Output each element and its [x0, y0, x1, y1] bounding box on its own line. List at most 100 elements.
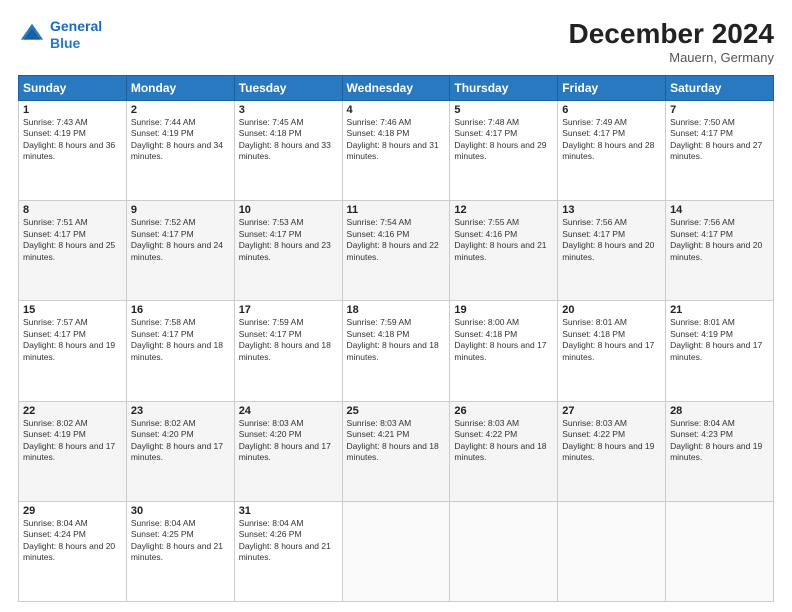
day-info: Sunrise: 8:04 AM Sunset: 4:25 PM Dayligh… [131, 518, 230, 564]
day-cell: 2 Sunrise: 7:44 AM Sunset: 4:19 PM Dayli… [126, 101, 234, 201]
day-info: Sunrise: 7:59 AM Sunset: 4:18 PM Dayligh… [347, 317, 446, 363]
day-info: Sunrise: 7:53 AM Sunset: 4:17 PM Dayligh… [239, 217, 338, 263]
day-cell: 27 Sunrise: 8:03 AM Sunset: 4:22 PM Dayl… [558, 401, 666, 501]
day-info: Sunrise: 7:58 AM Sunset: 4:17 PM Dayligh… [131, 317, 230, 363]
day-number: 18 [347, 304, 446, 316]
day-info: Sunrise: 7:51 AM Sunset: 4:17 PM Dayligh… [23, 217, 122, 263]
day-info: Sunrise: 7:43 AM Sunset: 4:19 PM Dayligh… [23, 117, 122, 163]
day-number: 20 [562, 304, 661, 316]
day-info: Sunrise: 7:52 AM Sunset: 4:17 PM Dayligh… [131, 217, 230, 263]
day-number: 9 [131, 204, 230, 216]
day-info: Sunrise: 7:49 AM Sunset: 4:17 PM Dayligh… [562, 117, 661, 163]
day-info: Sunrise: 8:03 AM Sunset: 4:22 PM Dayligh… [454, 418, 553, 464]
header: General Blue December 2024 Mauern, Germa… [18, 18, 774, 65]
week-row-4: 22 Sunrise: 8:02 AM Sunset: 4:19 PM Dayl… [19, 401, 774, 501]
day-cell [450, 501, 558, 601]
day-cell: 22 Sunrise: 8:02 AM Sunset: 4:19 PM Dayl… [19, 401, 127, 501]
day-info: Sunrise: 7:44 AM Sunset: 4:19 PM Dayligh… [131, 117, 230, 163]
day-cell: 7 Sunrise: 7:50 AM Sunset: 4:17 PM Dayli… [666, 101, 774, 201]
logo-text: General Blue [50, 18, 102, 52]
day-header-sunday: Sunday [19, 76, 127, 101]
day-cell: 30 Sunrise: 8:04 AM Sunset: 4:25 PM Dayl… [126, 501, 234, 601]
day-cell [666, 501, 774, 601]
day-header-tuesday: Tuesday [234, 76, 342, 101]
day-info: Sunrise: 7:56 AM Sunset: 4:17 PM Dayligh… [670, 217, 769, 263]
day-info: Sunrise: 8:02 AM Sunset: 4:19 PM Dayligh… [23, 418, 122, 464]
day-header-wednesday: Wednesday [342, 76, 450, 101]
day-info: Sunrise: 8:04 AM Sunset: 4:26 PM Dayligh… [239, 518, 338, 564]
day-number: 26 [454, 405, 553, 417]
day-number: 23 [131, 405, 230, 417]
day-number: 29 [23, 505, 122, 517]
day-number: 31 [239, 505, 338, 517]
week-row-3: 15 Sunrise: 7:57 AM Sunset: 4:17 PM Dayl… [19, 301, 774, 401]
day-cell [342, 501, 450, 601]
day-cell: 18 Sunrise: 7:59 AM Sunset: 4:18 PM Dayl… [342, 301, 450, 401]
day-cell [558, 501, 666, 601]
day-info: Sunrise: 8:01 AM Sunset: 4:19 PM Dayligh… [670, 317, 769, 363]
day-cell: 20 Sunrise: 8:01 AM Sunset: 4:18 PM Dayl… [558, 301, 666, 401]
day-info: Sunrise: 7:54 AM Sunset: 4:16 PM Dayligh… [347, 217, 446, 263]
day-number: 17 [239, 304, 338, 316]
day-cell: 28 Sunrise: 8:04 AM Sunset: 4:23 PM Dayl… [666, 401, 774, 501]
day-cell: 9 Sunrise: 7:52 AM Sunset: 4:17 PM Dayli… [126, 201, 234, 301]
page: General Blue December 2024 Mauern, Germa… [0, 0, 792, 612]
day-cell: 16 Sunrise: 7:58 AM Sunset: 4:17 PM Dayl… [126, 301, 234, 401]
day-info: Sunrise: 8:04 AM Sunset: 4:23 PM Dayligh… [670, 418, 769, 464]
week-row-5: 29 Sunrise: 8:04 AM Sunset: 4:24 PM Dayl… [19, 501, 774, 601]
day-number: 19 [454, 304, 553, 316]
day-cell: 24 Sunrise: 8:03 AM Sunset: 4:20 PM Dayl… [234, 401, 342, 501]
day-number: 16 [131, 304, 230, 316]
day-info: Sunrise: 7:48 AM Sunset: 4:17 PM Dayligh… [454, 117, 553, 163]
title-area: December 2024 Mauern, Germany [569, 18, 774, 65]
day-cell: 13 Sunrise: 7:56 AM Sunset: 4:17 PM Dayl… [558, 201, 666, 301]
day-info: Sunrise: 8:00 AM Sunset: 4:18 PM Dayligh… [454, 317, 553, 363]
day-number: 1 [23, 104, 122, 116]
day-cell: 14 Sunrise: 7:56 AM Sunset: 4:17 PM Dayl… [666, 201, 774, 301]
day-number: 6 [562, 104, 661, 116]
day-header-thursday: Thursday [450, 76, 558, 101]
day-number: 5 [454, 104, 553, 116]
calendar-table: SundayMondayTuesdayWednesdayThursdayFrid… [18, 75, 774, 602]
day-cell: 21 Sunrise: 8:01 AM Sunset: 4:19 PM Dayl… [666, 301, 774, 401]
day-info: Sunrise: 7:55 AM Sunset: 4:16 PM Dayligh… [454, 217, 553, 263]
logo: General Blue [18, 18, 102, 52]
day-number: 2 [131, 104, 230, 116]
day-cell: 31 Sunrise: 8:04 AM Sunset: 4:26 PM Dayl… [234, 501, 342, 601]
day-cell: 12 Sunrise: 7:55 AM Sunset: 4:16 PM Dayl… [450, 201, 558, 301]
day-cell: 10 Sunrise: 7:53 AM Sunset: 4:17 PM Dayl… [234, 201, 342, 301]
day-cell: 5 Sunrise: 7:48 AM Sunset: 4:17 PM Dayli… [450, 101, 558, 201]
day-cell: 3 Sunrise: 7:45 AM Sunset: 4:18 PM Dayli… [234, 101, 342, 201]
day-number: 7 [670, 104, 769, 116]
day-cell: 1 Sunrise: 7:43 AM Sunset: 4:19 PM Dayli… [19, 101, 127, 201]
day-header-friday: Friday [558, 76, 666, 101]
day-info: Sunrise: 7:46 AM Sunset: 4:18 PM Dayligh… [347, 117, 446, 163]
day-info: Sunrise: 8:03 AM Sunset: 4:22 PM Dayligh… [562, 418, 661, 464]
day-number: 3 [239, 104, 338, 116]
day-cell: 25 Sunrise: 8:03 AM Sunset: 4:21 PM Dayl… [342, 401, 450, 501]
day-info: Sunrise: 8:03 AM Sunset: 4:20 PM Dayligh… [239, 418, 338, 464]
logo-icon [18, 21, 46, 49]
days-header-row: SundayMondayTuesdayWednesdayThursdayFrid… [19, 76, 774, 101]
day-info: Sunrise: 8:01 AM Sunset: 4:18 PM Dayligh… [562, 317, 661, 363]
location: Mauern, Germany [569, 50, 774, 65]
day-info: Sunrise: 7:56 AM Sunset: 4:17 PM Dayligh… [562, 217, 661, 263]
day-cell: 17 Sunrise: 7:59 AM Sunset: 4:17 PM Dayl… [234, 301, 342, 401]
day-cell: 4 Sunrise: 7:46 AM Sunset: 4:18 PM Dayli… [342, 101, 450, 201]
day-number: 25 [347, 405, 446, 417]
day-info: Sunrise: 7:57 AM Sunset: 4:17 PM Dayligh… [23, 317, 122, 363]
day-cell: 19 Sunrise: 8:00 AM Sunset: 4:18 PM Dayl… [450, 301, 558, 401]
day-info: Sunrise: 8:03 AM Sunset: 4:21 PM Dayligh… [347, 418, 446, 464]
day-number: 30 [131, 505, 230, 517]
day-cell: 11 Sunrise: 7:54 AM Sunset: 4:16 PM Dayl… [342, 201, 450, 301]
day-info: Sunrise: 8:02 AM Sunset: 4:20 PM Dayligh… [131, 418, 230, 464]
day-number: 21 [670, 304, 769, 316]
day-cell: 23 Sunrise: 8:02 AM Sunset: 4:20 PM Dayl… [126, 401, 234, 501]
day-number: 28 [670, 405, 769, 417]
day-number: 24 [239, 405, 338, 417]
day-info: Sunrise: 7:45 AM Sunset: 4:18 PM Dayligh… [239, 117, 338, 163]
day-number: 12 [454, 204, 553, 216]
day-number: 8 [23, 204, 122, 216]
week-row-1: 1 Sunrise: 7:43 AM Sunset: 4:19 PM Dayli… [19, 101, 774, 201]
day-number: 11 [347, 204, 446, 216]
